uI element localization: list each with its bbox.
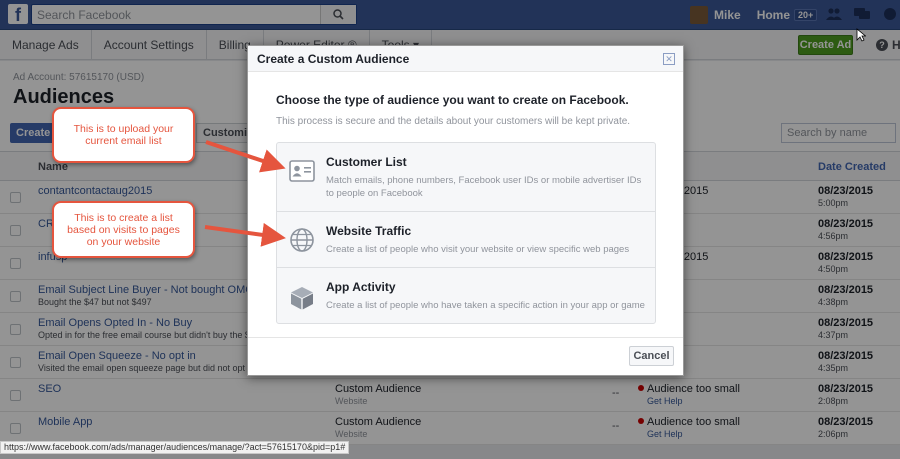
mouse-cursor-icon (856, 28, 866, 42)
dialog-subtext: This process is secure and the details a… (276, 116, 631, 127)
option-title: App Activity (326, 280, 396, 294)
callout-upload-list: This is to upload your current email lis… (52, 107, 195, 163)
option-title: Customer List (326, 155, 407, 169)
contact-card-icon (288, 157, 316, 185)
callout-website-traffic: This is to create a list based on visits… (52, 201, 195, 258)
option-app-activity[interactable]: App Activity Create a list of people who… (277, 268, 655, 324)
option-title: Website Traffic (326, 224, 412, 238)
option-description: Create a list of people who visit your w… (326, 244, 630, 255)
browser-status-bar: https://www.facebook.com/ads/manager/aud… (0, 441, 350, 454)
option-customer-list[interactable]: Customer List Match emails, phone number… (277, 143, 655, 212)
dialog-header: Create a Custom Audience ✕ (248, 46, 683, 72)
cube-icon (288, 284, 316, 312)
dialog-footer: Cancel (248, 337, 683, 375)
close-icon[interactable]: ✕ (663, 53, 675, 65)
dialog-heading: Choose the type of audience you want to … (276, 93, 629, 107)
cancel-button[interactable]: Cancel (629, 346, 674, 366)
option-description: Match emails, phone numbers, Facebook us… (326, 175, 642, 199)
option-description: Create a list of people who have taken a… (326, 300, 645, 311)
audience-type-options: Customer List Match emails, phone number… (276, 142, 656, 324)
globe-icon (288, 226, 316, 254)
option-website-traffic[interactable]: Website Traffic Create a list of people … (277, 212, 655, 268)
dialog-title: Create a Custom Audience (257, 52, 410, 66)
create-custom-audience-dialog: Create a Custom Audience ✕ Choose the ty… (247, 45, 684, 376)
